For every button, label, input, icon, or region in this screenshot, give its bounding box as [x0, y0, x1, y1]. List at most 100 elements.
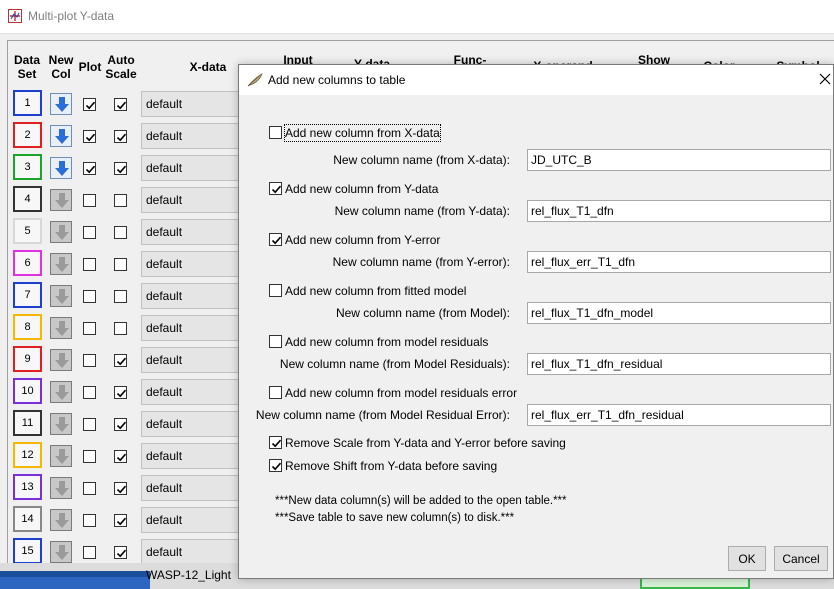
x-data-select[interactable]: default [141, 91, 251, 117]
new-col-button[interactable] [50, 125, 72, 147]
new-col-button[interactable] [50, 157, 72, 179]
new-col-button[interactable] [50, 253, 72, 275]
x-data-select[interactable]: default [141, 251, 251, 277]
add-column-checkbox[interactable] [269, 182, 282, 195]
plot-checkbox[interactable] [83, 482, 96, 495]
new-col-button[interactable] [50, 445, 72, 467]
data-set-color-button[interactable]: 6 [13, 250, 42, 276]
plot-checkbox[interactable] [83, 162, 96, 175]
new-col-button[interactable] [50, 381, 72, 403]
auto-scale-checkbox[interactable] [114, 354, 127, 367]
column-name-input[interactable] [527, 302, 831, 324]
plot-checkbox[interactable] [83, 354, 96, 367]
plot-checkbox[interactable] [83, 546, 96, 559]
data-set-color-button[interactable]: 1 [13, 90, 42, 116]
down-arrow-icon [55, 545, 69, 560]
auto-scale-checkbox[interactable] [114, 450, 127, 463]
x-data-select[interactable]: default [141, 539, 251, 565]
x-data-select[interactable]: default [141, 283, 251, 309]
x-data-select[interactable]: default [141, 411, 251, 437]
auto-scale-checkbox[interactable] [114, 162, 127, 175]
plot-checkbox[interactable] [83, 514, 96, 527]
new-col-button[interactable] [50, 349, 72, 371]
plot-checkbox[interactable] [83, 98, 96, 111]
new-col-button[interactable] [50, 93, 72, 115]
auto-scale-checkbox[interactable] [114, 258, 127, 271]
cancel-button[interactable]: Cancel [774, 546, 828, 571]
ok-button[interactable]: OK [728, 546, 766, 571]
plot-checkbox[interactable] [83, 450, 96, 463]
new-col-button[interactable] [50, 541, 72, 563]
x-data-select[interactable]: default [141, 123, 251, 149]
table-row: 4 default [8, 184, 251, 216]
table-row: 8 default [8, 312, 251, 344]
add-column-checkbox[interactable] [269, 233, 282, 246]
column-name-label: New column name (from Model Residuals): [279, 357, 510, 371]
add-column-checkbox[interactable] [269, 284, 282, 297]
auto-scale-checkbox[interactable] [114, 322, 127, 335]
data-set-color-button[interactable]: 7 [13, 282, 42, 308]
column-name-input[interactable] [527, 200, 831, 222]
add-column-checkbox[interactable] [269, 386, 282, 399]
auto-scale-checkbox[interactable] [114, 386, 127, 399]
close-icon[interactable] [817, 71, 833, 87]
auto-scale-checkbox[interactable] [114, 290, 127, 303]
data-set-color-button[interactable]: 12 [13, 442, 42, 468]
data-set-color-button[interactable]: 8 [13, 314, 42, 340]
add-column-checkbox[interactable] [269, 126, 282, 139]
auto-scale-checkbox[interactable] [114, 226, 127, 239]
auto-scale-checkbox[interactable] [114, 130, 127, 143]
plot-checkbox[interactable] [83, 322, 96, 335]
plot-checkbox[interactable] [83, 418, 96, 431]
column-name-input[interactable] [527, 251, 831, 273]
new-col-button[interactable] [50, 509, 72, 531]
new-col-button[interactable] [50, 285, 72, 307]
auto-scale-checkbox[interactable] [114, 514, 127, 527]
add-column-checkbox[interactable] [269, 335, 282, 348]
new-col-button[interactable] [50, 413, 72, 435]
x-data-select[interactable]: default [141, 219, 251, 245]
table-tab[interactable]: WASP-12_Light [146, 568, 231, 582]
data-set-color-button[interactable]: 11 [13, 410, 42, 436]
header-x-data: X-data [189, 60, 227, 74]
plot-checkbox[interactable] [83, 258, 96, 271]
data-set-color-button[interactable]: 9 [13, 346, 42, 372]
auto-scale-checkbox[interactable] [114, 98, 127, 111]
auto-scale-checkbox[interactable] [114, 418, 127, 431]
data-set-color-button[interactable]: 4 [13, 186, 42, 212]
plot-checkbox[interactable] [83, 130, 96, 143]
plot-checkbox[interactable] [83, 194, 96, 207]
data-set-color-button[interactable]: 3 [13, 154, 42, 180]
data-set-color-button[interactable]: 13 [13, 474, 42, 500]
x-data-select[interactable]: default [141, 507, 251, 533]
remove-shift-option-checkbox[interactable] [269, 459, 282, 472]
plot-checkbox[interactable] [83, 386, 96, 399]
x-data-select[interactable]: default [141, 155, 251, 181]
app-icon [8, 9, 22, 23]
x-data-select[interactable]: default [141, 315, 251, 341]
x-data-select[interactable]: default [141, 475, 251, 501]
column-name-input[interactable] [527, 404, 831, 426]
data-set-color-button[interactable]: 14 [13, 506, 42, 532]
remove-scale-option-checkbox[interactable] [269, 436, 282, 449]
column-name-input[interactable] [527, 149, 831, 171]
x-data-select[interactable]: default [141, 347, 251, 373]
auto-scale-checkbox[interactable] [114, 194, 127, 207]
new-col-button[interactable] [50, 189, 72, 211]
x-data-select[interactable]: default [141, 187, 251, 213]
table-row: 13 default [8, 472, 251, 504]
data-set-color-button[interactable]: 15 [13, 538, 42, 564]
x-data-select[interactable]: default [141, 443, 251, 469]
auto-scale-checkbox[interactable] [114, 482, 127, 495]
x-data-select[interactable]: default [141, 379, 251, 405]
data-set-color-button[interactable]: 2 [13, 122, 42, 148]
auto-scale-checkbox[interactable] [114, 546, 127, 559]
new-col-button[interactable] [50, 477, 72, 499]
column-name-input[interactable] [527, 353, 831, 375]
plot-checkbox[interactable] [83, 226, 96, 239]
data-set-color-button[interactable]: 10 [13, 378, 42, 404]
data-set-color-button[interactable]: 5 [13, 218, 42, 244]
plot-checkbox[interactable] [83, 290, 96, 303]
new-col-button[interactable] [50, 317, 72, 339]
new-col-button[interactable] [50, 221, 72, 243]
